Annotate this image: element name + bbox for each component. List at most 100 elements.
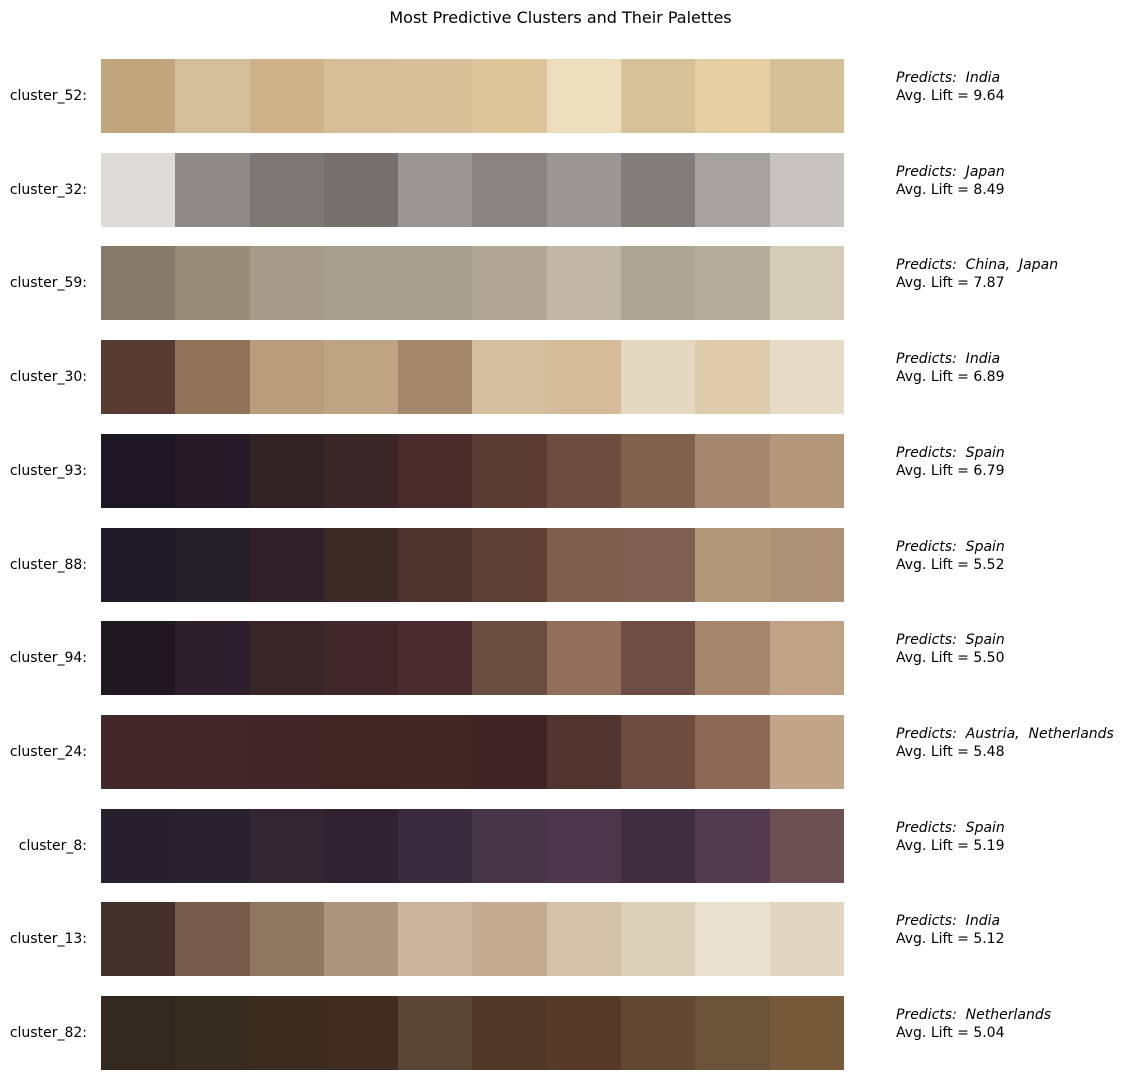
color-swatch xyxy=(472,246,547,320)
color-swatch xyxy=(175,996,250,1070)
color-swatch xyxy=(769,715,844,789)
color-swatch xyxy=(472,153,547,227)
palette-strip xyxy=(101,153,844,227)
color-swatch xyxy=(695,621,770,695)
color-swatch xyxy=(621,59,696,133)
color-swatch xyxy=(398,434,473,508)
color-swatch xyxy=(695,528,770,602)
predicts-text: Predicts: India xyxy=(896,70,1001,86)
color-swatch xyxy=(621,434,696,508)
color-swatch xyxy=(621,246,696,320)
palette-strip xyxy=(101,59,844,133)
color-swatch xyxy=(323,59,399,133)
color-swatch xyxy=(249,59,324,133)
avg-lift-text: Avg. Lift = 5.48 xyxy=(896,744,1005,760)
cluster-annotation: Predicts: Netherlands Avg. Lift = 5.04 xyxy=(896,1006,1051,1042)
palette-strip xyxy=(101,528,844,602)
color-swatch xyxy=(398,340,473,414)
color-swatch xyxy=(175,246,250,320)
color-swatch xyxy=(175,715,250,789)
color-swatch xyxy=(101,246,176,320)
color-swatch xyxy=(472,528,547,602)
color-swatch xyxy=(621,340,696,414)
cluster-label: cluster_82: xyxy=(9,1025,87,1041)
palette-row: cluster_30: Predicts: India Avg. Lift = 6.… xyxy=(0,340,1121,414)
color-swatch xyxy=(621,715,696,789)
color-swatch xyxy=(175,809,250,883)
color-swatch xyxy=(398,621,473,695)
palette-strip xyxy=(101,996,844,1070)
cluster-annotation: Predicts: Japan Avg. Lift = 8.49 xyxy=(896,163,1005,199)
palette-row: cluster_94: Predicts: Spain Avg. Lift = 5.… xyxy=(0,621,1121,695)
avg-lift-text: Avg. Lift = 5.50 xyxy=(896,650,1005,666)
color-swatch xyxy=(323,809,399,883)
color-swatch xyxy=(398,809,473,883)
color-swatch xyxy=(323,434,399,508)
color-swatch xyxy=(621,528,696,602)
predicts-text: Predicts: India xyxy=(896,913,1001,929)
palette-row: cluster_8: Predicts: Spain Avg. Lift = 5.1… xyxy=(0,809,1121,883)
cluster-label: cluster_32: xyxy=(9,182,87,198)
cluster-annotation: Predicts: India Avg. Lift = 6.89 xyxy=(896,350,1005,386)
palette-strip xyxy=(101,434,844,508)
avg-lift-text: Avg. Lift = 5.04 xyxy=(896,1025,1005,1041)
avg-lift-text: Avg. Lift = 6.89 xyxy=(896,369,1005,385)
cluster-annotation: Predicts: India Avg. Lift = 9.64 xyxy=(896,69,1005,105)
color-swatch xyxy=(546,528,622,602)
color-swatch xyxy=(249,153,324,227)
color-swatch xyxy=(249,715,324,789)
color-swatch xyxy=(546,715,622,789)
color-swatch xyxy=(472,434,547,508)
color-swatch xyxy=(398,715,473,789)
color-swatch xyxy=(769,246,844,320)
color-swatch xyxy=(695,246,770,320)
color-swatch xyxy=(249,434,324,508)
avg-lift-text: Avg. Lift = 9.64 xyxy=(896,88,1005,104)
palette-row: cluster_82: Predicts: Netherlands Avg. Lif… xyxy=(0,996,1121,1070)
color-swatch xyxy=(472,340,547,414)
palette-strip xyxy=(101,809,844,883)
color-swatch xyxy=(769,528,844,602)
predicts-text: Predicts: Spain xyxy=(896,820,1005,836)
palette-row: cluster_24: Predicts: Austria, Netherland… xyxy=(0,715,1121,789)
color-swatch xyxy=(398,996,473,1070)
color-swatch xyxy=(546,340,622,414)
color-swatch xyxy=(621,153,696,227)
color-swatch xyxy=(695,59,770,133)
color-swatch xyxy=(621,621,696,695)
palette-row: cluster_32: Predicts: Japan Avg. Lift = 8.… xyxy=(0,153,1121,227)
cluster-label: cluster_94: xyxy=(9,650,87,666)
cluster-label: cluster_8: xyxy=(18,838,87,854)
palette-strip xyxy=(101,715,844,789)
cluster-label: cluster_93: xyxy=(9,463,87,479)
color-swatch xyxy=(621,809,696,883)
color-swatch xyxy=(769,434,844,508)
predicts-text: Predicts: China, Japan xyxy=(896,257,1059,273)
palette-row: cluster_52: Predicts: India Avg. Lift = 9.… xyxy=(0,59,1121,133)
color-swatch xyxy=(249,809,324,883)
predicts-text: Predicts: Austria, Netherlands xyxy=(896,726,1114,742)
color-swatch xyxy=(101,715,176,789)
avg-lift-text: Avg. Lift = 6.79 xyxy=(896,463,1005,479)
color-swatch xyxy=(472,902,547,976)
color-swatch xyxy=(101,153,176,227)
cluster-annotation: Predicts: China, Japan Avg. Lift = 7.87 xyxy=(896,256,1058,292)
palette-strip xyxy=(101,621,844,695)
color-swatch xyxy=(175,340,250,414)
color-swatch xyxy=(323,621,399,695)
cluster-annotation: Predicts: Spain Avg. Lift = 5.52 xyxy=(896,538,1005,574)
color-swatch xyxy=(101,621,176,695)
color-swatch xyxy=(695,340,770,414)
color-swatch xyxy=(249,996,324,1070)
cluster-annotation: Predicts: Spain Avg. Lift = 6.79 xyxy=(896,444,1005,480)
color-swatch xyxy=(398,902,473,976)
color-swatch xyxy=(621,996,696,1070)
cluster-annotation: Predicts: Austria, Netherlands Avg. Lift … xyxy=(896,725,1114,761)
predicts-text: Predicts: India xyxy=(896,351,1001,367)
color-swatch xyxy=(175,528,250,602)
color-swatch xyxy=(323,715,399,789)
color-swatch xyxy=(101,59,176,133)
color-swatch xyxy=(472,59,547,133)
cluster-annotation: Predicts: Spain Avg. Lift = 5.50 xyxy=(896,631,1005,667)
palette-row: cluster_93: Predicts: Spain Avg. Lift = 6.… xyxy=(0,434,1121,508)
